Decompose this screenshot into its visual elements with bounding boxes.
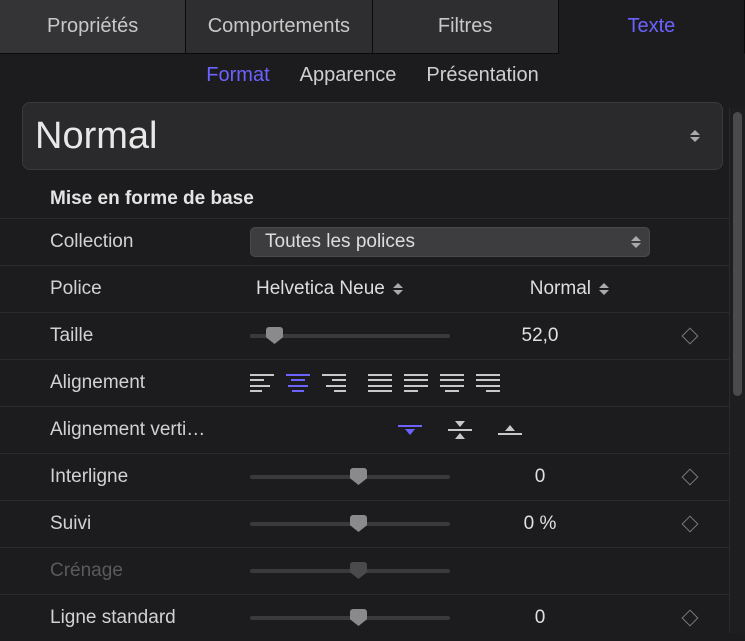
chevron-updown-icon [631,236,641,248]
justify-last-left-icon[interactable] [404,374,428,392]
label-alignment: Alignement [50,372,250,394]
scrollbar[interactable] [729,108,745,633]
align-center-icon[interactable] [286,374,310,392]
align-right-icon[interactable] [322,374,346,392]
keyframe-icon[interactable] [682,469,699,486]
justify-last-center-icon[interactable] [440,374,464,392]
scrollbar-thumb[interactable] [733,112,742,396]
keyframe-icon[interactable] [682,328,699,345]
label-baseline: Ligne standard [50,607,250,629]
row-font: Police Helvetica Neue Normal [0,265,745,312]
tracking-slider[interactable] [250,517,450,531]
tab-filters[interactable]: Filtres [373,0,559,54]
baseline-slider[interactable] [250,611,450,625]
slider-thumb[interactable] [350,609,367,626]
valign-bottom-icon[interactable] [498,420,522,440]
tab-behaviors[interactable]: Comportements [186,0,372,54]
row-baseline: Ligne standard 0 [0,594,745,641]
label-valign: Alignement verti… [50,419,250,441]
tab-properties[interactable]: Propriétés [0,0,186,54]
text-subtabs: Format Apparence Présentation [0,54,745,96]
valign-middle-icon[interactable] [448,420,472,440]
chevron-updown-icon [599,283,609,295]
keyframe-icon[interactable] [682,516,699,533]
preset-label: Normal [35,115,157,158]
row-tracking: Suivi 0 % [0,500,745,547]
leading-value[interactable]: 0 [460,466,620,488]
size-value[interactable]: 52,0 [460,325,620,347]
label-kerning: Crénage [50,560,250,582]
section-basic-formatting: Mise en forme de base [0,188,745,218]
align-left-icon[interactable] [250,374,274,392]
slider-thumb[interactable] [266,327,283,344]
slider-thumb[interactable] [350,468,367,485]
valign-top-icon[interactable] [398,420,422,440]
font-style-combo[interactable]: Normal [530,278,609,300]
size-slider[interactable] [250,329,450,343]
subtab-format[interactable]: Format [206,64,269,87]
subtab-appearance[interactable]: Apparence [300,64,397,87]
keyframe-icon[interactable] [682,610,699,627]
row-leading: Interligne 0 [0,453,745,500]
collection-popup[interactable]: Toutes les polices [250,227,650,257]
chevron-updown-icon [393,283,403,295]
tracking-value[interactable]: 0 % [460,513,620,535]
font-family-value: Helvetica Neue [256,278,385,300]
alignment-buttons [250,374,500,392]
row-kerning: Crénage [0,547,745,594]
label-collection: Collection [50,231,250,253]
tab-text[interactable]: Texte [559,0,745,54]
slider-thumb[interactable] [350,515,367,532]
preset-popup[interactable]: Normal [22,102,723,170]
leading-slider[interactable] [250,470,450,484]
chevron-updown-icon [690,130,700,142]
row-alignment: Alignement [0,359,745,406]
label-tracking: Suivi [50,513,250,535]
inspector-tabs: Propriétés Comportements Filtres Texte [0,0,745,54]
justify-last-right-icon[interactable] [476,374,500,392]
kerning-slider [250,564,450,578]
label-font: Police [50,278,250,300]
justify-full-icon[interactable] [368,374,392,392]
label-size: Taille [50,325,250,347]
baseline-value[interactable]: 0 [460,607,620,629]
row-collection: Collection Toutes les polices [0,218,745,265]
font-family-combo[interactable]: Helvetica Neue [256,278,403,300]
row-valign: Alignement verti… [0,406,745,453]
font-style-value: Normal [530,278,591,300]
subtab-layout[interactable]: Présentation [426,64,538,87]
collection-value: Toutes les polices [265,231,415,253]
slider-thumb [350,562,367,579]
label-leading: Interligne [50,466,250,488]
row-size: Taille 52,0 [0,312,745,359]
